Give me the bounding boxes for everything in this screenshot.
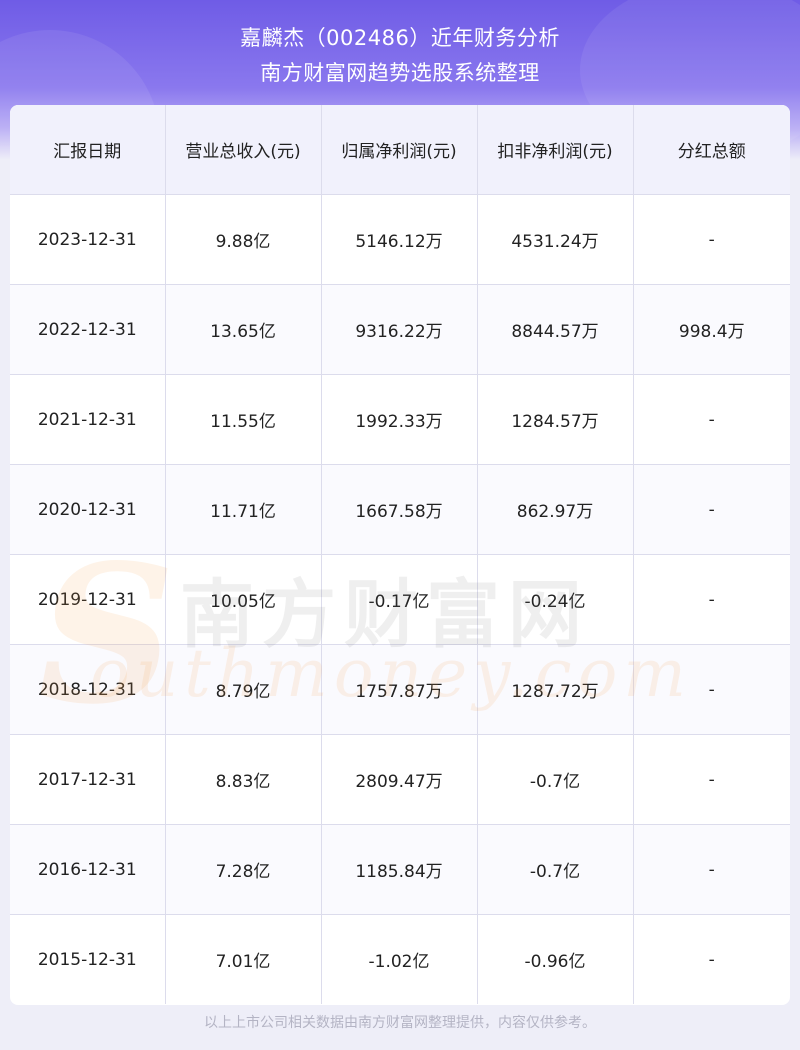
table-row: 2017-12-31 8.83亿 2809.47万 -0.7亿 - — [10, 734, 790, 825]
column-header-net-profit: 归属净利润(元) — [321, 105, 478, 195]
cell-report-date: 2019-12-31 — [10, 554, 166, 645]
table-row: 2021-12-31 11.55亿 1992.33万 1284.57万 - — [10, 374, 790, 465]
cell-total-revenue: 11.71亿 — [165, 464, 322, 555]
cell-report-date: 2021-12-31 — [10, 374, 166, 465]
cell-dividend-total: - — [633, 554, 790, 645]
cell-deducted-net-profit: 862.97万 — [477, 464, 634, 555]
cell-net-profit: 1992.33万 — [321, 374, 478, 465]
table-row: 2019-12-31 10.05亿 -0.17亿 -0.24亿 - — [10, 554, 790, 645]
cell-net-profit: 1667.58万 — [321, 464, 478, 555]
cell-deducted-net-profit: 1287.72万 — [477, 644, 634, 735]
column-header-total-revenue: 营业总收入(元) — [165, 105, 322, 195]
cell-dividend-total: - — [633, 194, 790, 285]
table-row: 2022-12-31 13.65亿 9316.22万 8844.57万 998.… — [10, 284, 790, 375]
cell-report-date: 2020-12-31 — [10, 464, 166, 555]
cell-deducted-net-profit: -0.96亿 — [477, 914, 634, 1004]
footer-disclaimer: 以上上市公司相关数据由南方财富网整理提供，内容仅供参考。 — [204, 1015, 596, 1031]
column-header-dividend-total: 分红总额 — [633, 105, 790, 195]
financial-table: 汇报日期 营业总收入(元) 归属净利润(元) 扣非净利润(元) 分红总额 202… — [10, 105, 790, 1004]
table-row: 2020-12-31 11.71亿 1667.58万 862.97万 - — [10, 464, 790, 555]
page-title: 嘉麟杰（002486）近年财务分析 — [240, 26, 560, 50]
cell-report-date: 2015-12-31 — [10, 914, 166, 1004]
table-row: 2023-12-31 9.88亿 5146.12万 4531.24万 - — [10, 194, 790, 285]
cell-report-date: 2017-12-31 — [10, 734, 166, 825]
cell-net-profit: 1185.84万 — [321, 824, 478, 915]
cell-report-date: 2022-12-31 — [10, 284, 166, 375]
cell-net-profit: 9316.22万 — [321, 284, 478, 375]
cell-net-profit: 2809.47万 — [321, 734, 478, 825]
cell-dividend-total: 998.4万 — [633, 284, 790, 375]
cell-deducted-net-profit: 1284.57万 — [477, 374, 634, 465]
cell-report-date: 2023-12-31 — [10, 194, 166, 285]
cell-report-date: 2016-12-31 — [10, 824, 166, 915]
cell-dividend-total: - — [633, 644, 790, 735]
cell-deducted-net-profit: -0.7亿 — [477, 734, 634, 825]
cell-deducted-net-profit: -0.7亿 — [477, 824, 634, 915]
cell-total-revenue: 11.55亿 — [165, 374, 322, 465]
cell-total-revenue: 13.65亿 — [165, 284, 322, 375]
table-header-row: 汇报日期 营业总收入(元) 归属净利润(元) 扣非净利润(元) 分红总额 — [10, 105, 790, 195]
financial-table-card: 汇报日期 营业总收入(元) 归属净利润(元) 扣非净利润(元) 分红总额 202… — [10, 105, 790, 1005]
cell-total-revenue: 8.83亿 — [165, 734, 322, 825]
cell-net-profit: -1.02亿 — [321, 914, 478, 1004]
cell-total-revenue: 7.28亿 — [165, 824, 322, 915]
cell-report-date: 2018-12-31 — [10, 644, 166, 735]
table-row: 2018-12-31 8.79亿 1757.87万 1287.72万 - — [10, 644, 790, 735]
cell-dividend-total: - — [708, 949, 715, 970]
page-subtitle: 南方财富网趋势选股系统整理 — [260, 61, 540, 85]
cell-net-profit: 5146.12万 — [321, 194, 478, 285]
cell-dividend-total: - — [633, 464, 790, 555]
cell-net-profit: -0.17亿 — [321, 554, 478, 645]
cell-total-revenue: 10.05亿 — [165, 554, 322, 645]
cell-total-revenue: 7.01亿 — [165, 914, 322, 1004]
column-header-report-date: 汇报日期 — [10, 105, 166, 195]
cell-net-profit: 1757.87万 — [321, 644, 478, 735]
cell-deducted-net-profit: -0.24亿 — [477, 554, 634, 645]
cell-deducted-net-profit: 4531.24万 — [477, 194, 634, 285]
cell-total-revenue: 9.88亿 — [165, 194, 322, 285]
cell-dividend-total: - — [633, 374, 790, 465]
cell-dividend-total: - — [633, 734, 790, 825]
cell-dividend-total: - — [633, 824, 790, 915]
column-header-deducted-net-profit: 扣非净利润(元) — [477, 105, 634, 195]
cell-total-revenue: 8.79亿 — [165, 644, 322, 735]
table-row: 2015-12-31 7.01亿 -1.02亿 -0.96亿 - — [10, 914, 790, 1004]
cell-deducted-net-profit: 8844.57万 — [477, 284, 634, 375]
table-row: 2016-12-31 7.28亿 1185.84万 -0.7亿 - — [10, 824, 790, 915]
